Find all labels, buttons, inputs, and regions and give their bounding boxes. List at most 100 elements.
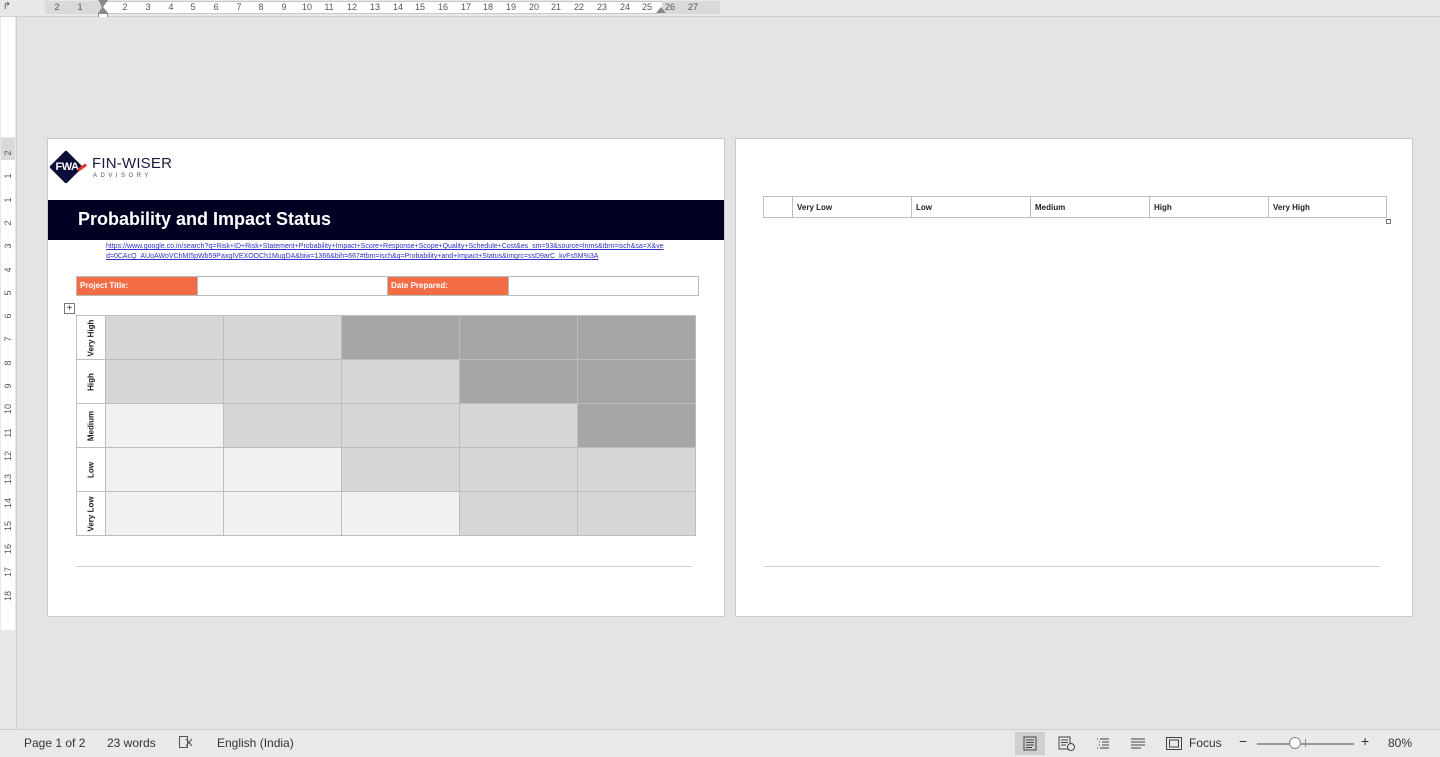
matrix-cell[interactable] bbox=[341, 447, 460, 492]
ruler-number: 8 bbox=[258, 2, 264, 12]
ruler-number: 1 bbox=[77, 2, 83, 12]
draft-view-button[interactable] bbox=[1123, 732, 1153, 755]
matrix-row: Low bbox=[76, 447, 696, 492]
outline-view-button[interactable] bbox=[1088, 732, 1118, 755]
zoom-level[interactable]: 80% bbox=[1388, 736, 1412, 751]
matrix-cell[interactable] bbox=[577, 491, 696, 536]
print-layout-view-button[interactable] bbox=[1015, 732, 1045, 755]
table-move-handle-icon[interactable]: + bbox=[64, 303, 75, 314]
probability-label-cell[interactable]: High bbox=[76, 359, 106, 404]
impact-header-cell[interactable]: Low bbox=[911, 196, 1031, 218]
matrix-cell[interactable] bbox=[105, 403, 224, 448]
matrix-cell[interactable] bbox=[459, 447, 578, 492]
ruler-number: 21 bbox=[550, 2, 562, 12]
page-title[interactable]: Probability and Impact Status bbox=[78, 209, 331, 230]
fin-wiser-logo: FWA FIN-WISER ADVISORY bbox=[49, 150, 190, 186]
date-prepared-field[interactable] bbox=[508, 277, 698, 295]
probability-label-cell[interactable]: Very Low bbox=[76, 491, 106, 536]
probability-label: High bbox=[86, 372, 96, 391]
language-indicator[interactable]: English (India) bbox=[217, 736, 294, 751]
matrix-cell[interactable] bbox=[459, 491, 578, 536]
vertical-ruler[interactable]: 2 1 1 2 3 4 5 6 7 8 9 10 11 12 13 14 15 16 17 18 bbox=[0, 17, 17, 729]
right-indent-icon[interactable] bbox=[656, 7, 666, 13]
matrix-cell[interactable] bbox=[223, 447, 342, 492]
vruler-number: 9 bbox=[3, 383, 13, 389]
matrix-cell[interactable] bbox=[341, 359, 460, 404]
project-title-field[interactable] bbox=[197, 277, 388, 295]
ruler-number: 27 bbox=[687, 2, 699, 12]
matrix-cell[interactable] bbox=[223, 359, 342, 404]
probability-label-cell[interactable]: Very High bbox=[76, 315, 106, 360]
page-1[interactable]: FWA FIN-WISER ADVISORY Probability and I… bbox=[47, 138, 725, 617]
ruler-number: 9 bbox=[281, 2, 287, 12]
matrix-cell[interactable] bbox=[577, 359, 696, 404]
status-bar: Page 1 of 2 23 words English (India) Foc… bbox=[0, 729, 1440, 757]
ruler-number: 14 bbox=[392, 2, 404, 12]
ruler-number: 26 bbox=[664, 2, 676, 12]
matrix-cell[interactable] bbox=[223, 403, 342, 448]
ruler-number: 19 bbox=[505, 2, 517, 12]
vruler-number: 8 bbox=[3, 360, 13, 366]
focus-icon[interactable] bbox=[1166, 737, 1182, 750]
matrix-cell[interactable] bbox=[459, 403, 578, 448]
zoom-in-button[interactable]: + bbox=[1361, 734, 1369, 749]
matrix-cell[interactable] bbox=[223, 315, 342, 360]
footer-divider-2 bbox=[764, 566, 1380, 567]
zoom-slider-thumb[interactable] bbox=[1289, 737, 1301, 749]
vruler-number: 10 bbox=[3, 404, 13, 415]
print-layout-icon bbox=[1023, 736, 1037, 751]
matrix-cell[interactable] bbox=[577, 315, 696, 360]
page-2[interactable]: Very Low Low Medium High Very High bbox=[735, 138, 1413, 617]
vruler-number: 2 bbox=[3, 150, 13, 156]
logo-brand-sub: ADVISORY bbox=[93, 173, 152, 179]
web-layout-view-button[interactable] bbox=[1051, 732, 1081, 755]
vruler-number: 6 bbox=[3, 313, 13, 319]
web-layout-icon bbox=[1058, 736, 1075, 751]
matrix-row: Very High bbox=[76, 315, 696, 360]
ruler-number: 3 bbox=[145, 2, 151, 12]
zoom-out-button[interactable]: − bbox=[1239, 734, 1247, 749]
matrix-cell[interactable] bbox=[577, 447, 696, 492]
project-title-label: Project Title: bbox=[77, 277, 197, 295]
ruler-number: 6 bbox=[213, 2, 219, 12]
probability-label-cell[interactable]: Low bbox=[76, 447, 106, 492]
matrix-cell[interactable] bbox=[341, 403, 460, 448]
probability-label-cell[interactable]: Medium bbox=[76, 403, 106, 448]
matrix-cell[interactable] bbox=[105, 315, 224, 360]
ruler-number: 25 bbox=[641, 2, 653, 12]
table-resize-handle-icon[interactable] bbox=[1386, 219, 1391, 224]
ruler-number: 15 bbox=[414, 2, 426, 12]
ruler-number: 20 bbox=[528, 2, 540, 12]
page-count[interactable]: Page 1 of 2 bbox=[24, 736, 85, 751]
tab-selector-icon[interactable]: ↱ bbox=[2, 1, 12, 13]
probability-label: Very Low bbox=[86, 495, 96, 532]
impact-header-cell[interactable]: Very High bbox=[1268, 196, 1387, 218]
first-line-indent-icon[interactable] bbox=[98, 0, 108, 7]
ruler-number: 2 bbox=[122, 2, 128, 12]
matrix-cell[interactable] bbox=[577, 403, 696, 448]
impact-header-cell[interactable]: High bbox=[1149, 196, 1269, 218]
document-canvas[interactable]: FWA FIN-WISER ADVISORY Probability and I… bbox=[17, 17, 1440, 729]
matrix-cell[interactable] bbox=[105, 359, 224, 404]
source-hyperlink[interactable]: https://www.google.co.in/search?q=Risk+I… bbox=[106, 242, 666, 262]
impact-corner-cell[interactable] bbox=[763, 196, 793, 218]
matrix-cell[interactable] bbox=[459, 315, 578, 360]
ruler-number: 12 bbox=[346, 2, 358, 12]
focus-button[interactable]: Focus bbox=[1189, 736, 1222, 751]
matrix-cell[interactable] bbox=[459, 359, 578, 404]
ruler-number: 2 bbox=[54, 2, 60, 12]
matrix-cell[interactable] bbox=[105, 447, 224, 492]
matrix-cell[interactable] bbox=[341, 491, 460, 536]
horizontal-ruler[interactable]: ↱ 2 1 1 2 3 4 5 6 7 8 9 10 11 12 13 14 15 16 17 18 19 20 21 22 2… bbox=[0, 0, 1440, 19]
vruler-band-top bbox=[1, 17, 15, 137]
impact-header-cell[interactable]: Medium bbox=[1030, 196, 1150, 218]
matrix-cell[interactable] bbox=[223, 491, 342, 536]
matrix-cell[interactable] bbox=[341, 315, 460, 360]
vruler-number: 1 bbox=[3, 173, 13, 179]
word-window: ↱ 2 1 1 2 3 4 5 6 7 8 9 10 11 12 13 14 15 16 17 18 19 20 21 22 2… bbox=[0, 0, 1440, 757]
matrix-cell[interactable] bbox=[105, 491, 224, 536]
vruler-number: 17 bbox=[3, 567, 13, 578]
word-count[interactable]: 23 words bbox=[107, 736, 156, 751]
proofing-icon[interactable] bbox=[179, 736, 193, 749]
impact-header-cell[interactable]: Very Low bbox=[792, 196, 912, 218]
